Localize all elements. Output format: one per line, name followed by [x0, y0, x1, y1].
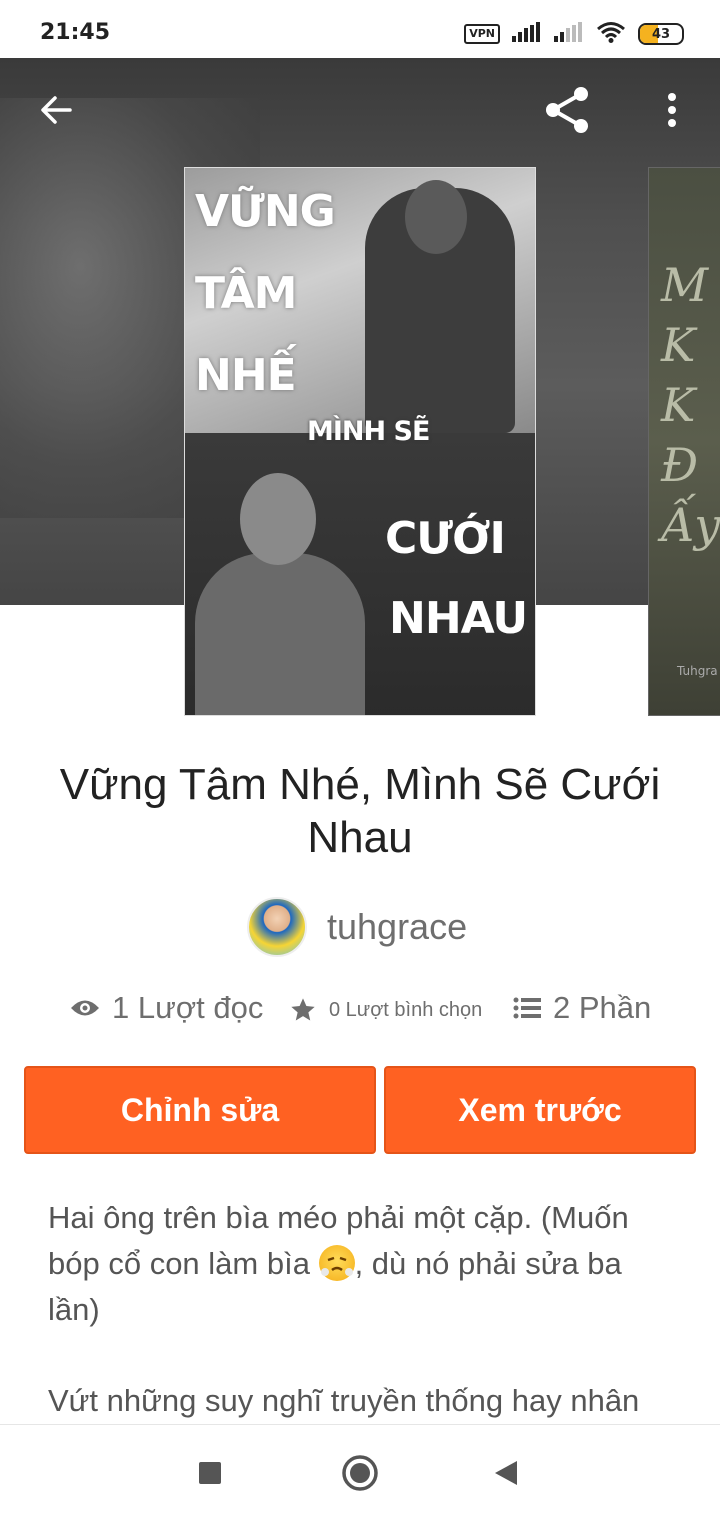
player-head-bottom	[240, 473, 316, 565]
home-button[interactable]	[336, 1449, 384, 1497]
back-button[interactable]	[28, 82, 84, 138]
share-icon	[546, 87, 588, 133]
steam-face-emoji-icon	[318, 1244, 355, 1281]
cover-text-line1: VỮNG	[195, 186, 336, 237]
status-bar: 21:45 VPN 43	[0, 0, 720, 58]
edit-button[interactable]: Chỉnh sửa	[24, 1066, 376, 1154]
reads-count: 1 Lượt đọc	[112, 990, 264, 1025]
author-name[interactable]: tuhgrace	[327, 906, 467, 948]
parts-count: 2 Phần	[553, 990, 652, 1025]
battery-level: 43	[651, 26, 671, 42]
cover-text-line6: NHAU	[389, 593, 528, 644]
next-cover-letter: K	[661, 318, 696, 372]
description-paragraph2: Vứt những suy nghĩ truyền thống hay nhân	[48, 1383, 640, 1418]
signal-secondary-icon	[554, 21, 584, 47]
stat-parts: 2 Phần	[513, 990, 651, 1026]
next-cover-letter: Ấy	[661, 498, 720, 552]
preview-button[interactable]: Xem trước	[384, 1066, 696, 1154]
next-cover-letter: K	[661, 378, 696, 432]
player-head-top	[405, 180, 467, 254]
cover-bottom-photo	[185, 433, 535, 715]
avatar[interactable]	[247, 897, 307, 957]
eye-icon	[71, 1000, 99, 1016]
share-button[interactable]	[540, 82, 596, 138]
stat-votes: 0 Lượt bình chọn	[289, 996, 482, 1024]
next-cover-letter: Đ	[661, 438, 699, 492]
next-story-cover[interactable]: M K K Đ Ấy Tuhgra	[648, 167, 720, 716]
list-icon	[513, 997, 541, 1019]
author-row[interactable]: tuhgrace	[247, 897, 467, 957]
status-icons: VPN 43	[464, 21, 684, 48]
story-cover[interactable]: VỮNG TÂM NHẾ MÌNH SẼ CƯỚI NHAU	[184, 167, 536, 716]
cover-text-line4: MÌNH SẼ	[307, 416, 430, 447]
system-nav-bar	[0, 1424, 720, 1520]
circle-home-icon	[342, 1455, 378, 1491]
story-stats: 1 Lượt đọc 0 Lượt bình chọn 2 Phần	[0, 990, 720, 1040]
cover-text-line2: TÂM	[195, 268, 297, 319]
cover-text-line3: NHẾ	[195, 350, 297, 401]
square-icon	[199, 1462, 221, 1484]
more-vertical-icon	[668, 93, 676, 127]
player-silhouette-bottom	[195, 553, 365, 715]
recents-button[interactable]	[186, 1449, 234, 1497]
battery-icon: 43	[638, 23, 684, 45]
back-nav-button[interactable]	[482, 1449, 530, 1497]
stat-reads: 1 Lượt đọc	[70, 990, 263, 1026]
cover-text-line5: CƯỚI	[385, 513, 506, 564]
triangle-back-icon	[495, 1461, 517, 1485]
more-options-button[interactable]	[644, 82, 700, 138]
story-title: Vững Tâm Nhé, Mình Sẽ Cưới Nhau	[59, 760, 661, 862]
star-icon	[291, 998, 315, 1021]
story-description: Hai ông trên bìa méo phải một cặp. (Muốn…	[48, 1195, 678, 1333]
next-cover-letter: M	[661, 258, 709, 312]
arrow-left-icon	[41, 96, 72, 124]
votes-count: 0 Lượt bình chọn	[329, 998, 483, 1021]
vpn-badge: VPN	[464, 24, 500, 44]
signal-icon	[512, 21, 542, 47]
next-cover-footer: Tuhgra	[677, 664, 718, 678]
wifi-icon	[596, 21, 626, 48]
status-time: 21:45	[40, 20, 111, 45]
